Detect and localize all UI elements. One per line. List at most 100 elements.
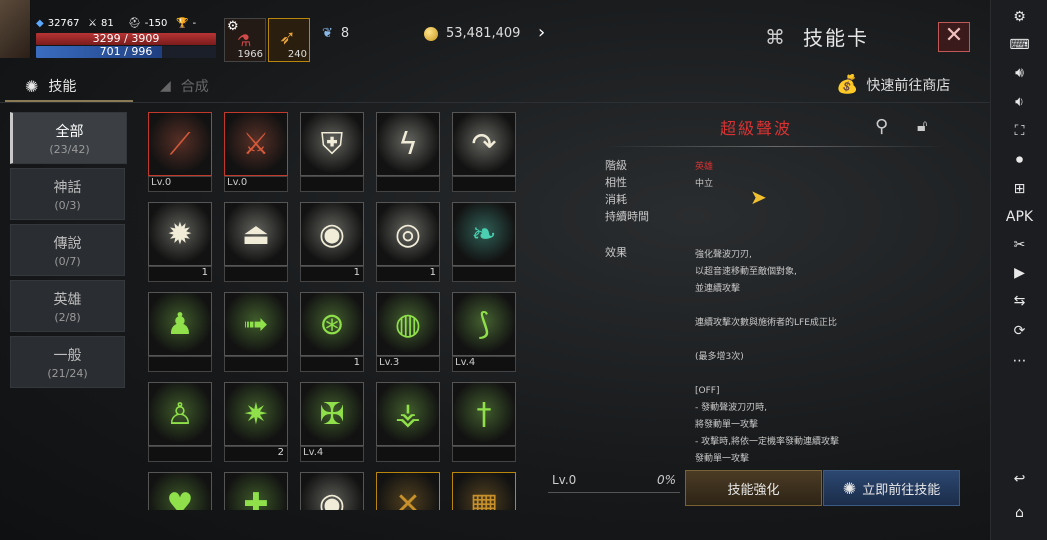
skill-card[interactable]: ϟ (376, 112, 440, 192)
skill-level: Lv.0 (552, 473, 577, 487)
burst-white-icon: ✹ (167, 216, 193, 252)
helmet-icon: ⛑ (128, 18, 141, 29)
title-divider (605, 146, 945, 147)
circle-green-icon: ⊛ (319, 306, 345, 342)
goto-skill-button[interactable]: ✺ 立即前往技能 (823, 470, 960, 506)
shop-link[interactable]: 💰 快速前往商店 (836, 74, 950, 95)
scissors-icon[interactable]: ✂ (991, 234, 1047, 256)
skill-card[interactable]: ⟆ Lv.4 (452, 292, 516, 372)
category-count: (21/24) (47, 367, 88, 380)
character-portrait[interactable] (0, 0, 31, 58)
skill-card[interactable]: ▦ (452, 472, 516, 510)
cost-label: 消耗 (605, 193, 627, 206)
skill-card[interactable]: ◎ 1 (376, 202, 440, 282)
skill-card[interactable]: ✕ (376, 472, 440, 510)
more-icon[interactable]: ⋯ (991, 350, 1047, 372)
category-mythic[interactable]: 神話 (0/3) (10, 168, 125, 220)
screenshot-icon[interactable]: ⛶ (991, 120, 1047, 142)
skill-card-icon-box: ♟ (148, 292, 212, 356)
eye-white-icon: ◉ (318, 216, 346, 252)
feather-slot[interactable]: ➶ 240 (268, 18, 310, 62)
skill-card-count: 2 (277, 447, 284, 458)
record-icon[interactable]: ⏺ (991, 149, 1047, 171)
skill-card[interactable]: ◉ 1 (300, 202, 364, 282)
skill-card[interactable]: ➟ (224, 292, 288, 372)
sync-icon[interactable]: ⇆ (991, 290, 1047, 312)
volume-up-icon[interactable]: 🔊︎ (991, 62, 1047, 84)
skill-card-icon-box: ϟ (376, 112, 440, 176)
potion-slot[interactable]: ⚙ ⚗ 1966 (224, 18, 266, 62)
keyboard-icon[interactable]: ⌨ (991, 34, 1047, 56)
skill-card[interactable]: ⚶ (376, 382, 440, 462)
affinity-label: 相性 (605, 176, 627, 189)
category-legendary[interactable]: 傳說 (0/7) (10, 224, 125, 276)
skill-card-footer (300, 176, 364, 192)
potion-icon: ⚗ (237, 31, 252, 50)
progress-percent: 0% (656, 473, 676, 487)
skill-card-footer (452, 266, 516, 282)
home-icon[interactable]: ⌂ (991, 502, 1047, 524)
add-window-icon[interactable]: ⊞ (991, 178, 1047, 200)
skill-card-icon-box: ▦ (452, 472, 516, 510)
skill-card-level: Lv.4 (455, 357, 476, 368)
rotate-icon[interactable]: ⟳ (991, 320, 1047, 342)
hp-bar: 3299 / 3909 (36, 33, 216, 45)
skill-card[interactable]: ◍ Lv.3 (376, 292, 440, 372)
skill-card[interactable]: ↷ (452, 112, 516, 192)
trophy-stat: 🏆 - (176, 18, 196, 29)
skill-card-level: Lv.0 (151, 177, 172, 188)
tab-synthesis[interactable]: ◢ 合成 (160, 76, 209, 96)
page-title: 技能卡 (803, 26, 869, 50)
skill-card-level: Lv.4 (303, 447, 324, 458)
category-normal[interactable]: 一般 (21/24) (10, 336, 125, 388)
lock-icon[interactable]: 🔓︎ (917, 116, 927, 136)
skill-card[interactable]: ⊛ 1 (300, 292, 364, 372)
category-label: 全部 (55, 124, 84, 140)
skill-card-icon-box: ✚ (224, 472, 288, 510)
close-button[interactable]: ✕ (938, 22, 970, 52)
volume-down-icon[interactable]: 🔉︎ (991, 91, 1047, 113)
category-count: (0/7) (54, 255, 81, 268)
body-green-icon: ♙ (166, 396, 194, 432)
swirl-icon: ✺ (25, 76, 39, 96)
category-hero[interactable]: 英雄 (2/8) (10, 280, 125, 332)
skill-card-icon-box: ✕ (376, 472, 440, 510)
skill-card-icon-box: ◉ (300, 202, 364, 266)
skill-card[interactable]: ⛨ (300, 112, 364, 192)
leaf-teal-icon: ❧ (471, 216, 497, 252)
skill-card-count: 1 (353, 357, 360, 368)
skill-card-footer: 1 (148, 266, 212, 282)
skill-card[interactable]: ✚ (224, 472, 288, 510)
category-all[interactable]: 全部 (23/42) (10, 112, 127, 164)
skill-card[interactable]: † (452, 382, 516, 462)
skill-card[interactable]: ⏏ (224, 202, 288, 282)
swirl-green-icon: ◍ (394, 306, 422, 342)
video-icon[interactable]: ▶ (991, 262, 1047, 284)
skill-card[interactable]: ✷ 2 (224, 382, 288, 462)
skill-card[interactable]: ✹ 1 (148, 202, 212, 282)
skill-card-footer (452, 176, 516, 192)
search-icon[interactable]: ⚲ (875, 116, 888, 137)
skill-card[interactable]: ◉ (300, 472, 364, 510)
power-stat: ◆ 32767 (36, 18, 80, 29)
expand-arrow-icon[interactable]: › (538, 22, 545, 43)
back-icon[interactable]: ↩ (991, 468, 1047, 490)
goto-label: 立即前往技能 (862, 482, 941, 498)
enhance-button[interactable]: 技能強化 (685, 470, 822, 506)
skill-card[interactable]: ⟋ Lv.0 (148, 112, 212, 192)
attack-value: 81 (100, 18, 114, 29)
skill-card-icon-box: ⟆ (452, 292, 516, 356)
skill-card[interactable]: ♟ (148, 292, 212, 372)
settings-icon[interactable]: ⚙ (991, 6, 1047, 28)
skill-card-icon-box: ⚔ (224, 112, 288, 176)
feather-icon: ➶ (279, 25, 296, 49)
skill-card[interactable]: ⚔ Lv.0 (224, 112, 288, 192)
skill-card[interactable]: ♙ (148, 382, 212, 462)
skill-card-icon-box: ✠ (300, 382, 364, 446)
skill-card[interactable]: ✠ Lv.4 (300, 382, 364, 462)
tab-skills[interactable]: ✺ 技能 (25, 76, 76, 96)
skill-card[interactable]: ♥ (148, 472, 212, 510)
skill-card-icon: ⌘ (765, 24, 785, 49)
apk-icon[interactable]: APK (991, 206, 1047, 228)
skill-card[interactable]: ❧ (452, 202, 516, 282)
